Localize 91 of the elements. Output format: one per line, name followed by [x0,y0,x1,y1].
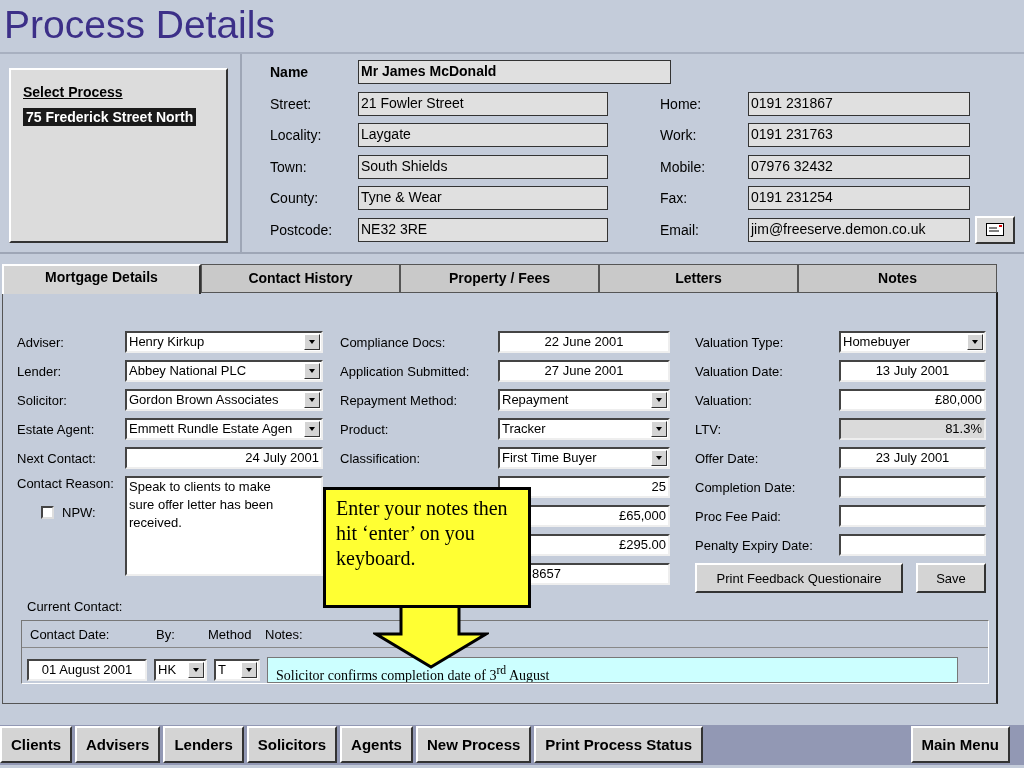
process-list-item[interactable]: 75 Frederick Street North [23,108,197,126]
tab[interactable]: Notes [798,264,997,292]
field-label: Locality: [270,127,323,143]
dropdown[interactable]: Emmett Rundle Estate Agen [125,418,323,440]
dropdown[interactable]: HK [154,659,207,681]
text-field[interactable]: 0191 231867 [748,91,970,116]
name-field[interactable]: Mr James McDonald [358,60,671,84]
field-label: Valuation Date: [695,363,784,379]
field-label: Completion Date: [695,479,797,495]
text-field[interactable]: NE32 3RE [358,217,608,242]
text-field[interactable]: 07976 32432 [748,154,970,179]
field-label: Email: [660,221,700,238]
field-label: Estate Agent: [17,421,96,437]
column-header: By: [156,626,176,642]
text-field[interactable]: 24 July 2001 [125,447,323,469]
field-label: Product: [340,421,390,437]
dropdown[interactable]: Gordon Brown Associates [125,389,323,411]
email-button[interactable] [975,215,1015,244]
main-menu-button[interactable]: Main Menu [910,726,1010,763]
field-label: Fax: [660,190,689,206]
date-field[interactable]: 22 June 2001 [498,331,670,353]
envelope-icon [986,223,1004,236]
field-label: Valuation: [695,392,753,408]
nav-button[interactable]: Lenders [163,726,244,763]
date-field[interactable]: 27 June 2001 [498,360,670,382]
text-field[interactable]: Laygate [358,123,608,147]
field-label: Town: [270,158,308,175]
section-label: Current Contact: [27,599,124,614]
field-label: Penalty Expiry Date: [695,537,814,553]
dropdown[interactable]: Homebuyer [839,331,986,353]
text-field[interactable]: South Shields [358,154,608,179]
nav-button[interactable]: Advisers [75,726,161,763]
field-label: Offer Date: [695,450,760,466]
dropdown[interactable]: Henry Kirkup [125,331,323,353]
field-label: Mobile: [660,158,707,175]
date-field[interactable]: 23 July 2001 [839,447,986,469]
column-header: Notes: [265,626,303,642]
text-field[interactable]: £80,000 [839,389,986,411]
field-label: Solicitor: [17,392,68,408]
nav-button[interactable]: Clients [0,726,72,763]
tab[interactable]: Contact History [201,264,400,292]
tab[interactable]: Letters [599,264,798,292]
text-field[interactable] [839,534,986,556]
text-area[interactable]: Speak to clients to make sure offer letter has been received. [125,476,323,576]
field-label: Classification: [340,450,422,466]
field-label: Work: [660,127,698,143]
dropdown[interactable]: Abbey National PLC [125,360,323,382]
checkbox[interactable] [41,506,54,519]
dropdown[interactable]: T [214,659,260,681]
text-field[interactable]: 0191 231254 [748,186,970,210]
field-label: Proc Fee Paid: [695,508,782,524]
text-field[interactable] [839,476,986,498]
tab[interactable]: Property / Fees [400,264,599,292]
text-field[interactable]: Tyne & Wear [358,186,608,210]
field-label: County: [270,190,320,206]
field-label: Name [270,64,310,80]
field-label: Street: [270,95,313,112]
checkbox-label: NPW: [62,505,96,520]
field-label: Lender: [17,363,63,379]
dropdown[interactable]: Tracker [498,418,670,440]
column-header: Method [208,626,253,642]
field-label: Contact Reason: [17,476,115,491]
field-label: LTV: [695,421,722,437]
action-button[interactable]: Print Feedback Questionaire [695,563,903,593]
field-label: Home: [660,95,703,112]
date-field[interactable]: 13 July 2001 [839,360,986,382]
tab[interactable]: Mortgage Details [2,264,201,294]
date-field[interactable]: 01 August 2001 [27,659,147,681]
field-label: Postcode: [270,221,334,238]
column-header: Contact Date: [30,626,111,642]
field-label: Application Submitted: [340,363,471,379]
field-label: Next Contact: [17,450,97,466]
nav-button[interactable]: Print Process Status [534,726,704,763]
dropdown[interactable]: Repayment [498,389,670,411]
action-button[interactable]: Save [916,563,986,593]
field-label: Repayment Method: [340,392,459,408]
nav-button[interactable]: New Process [415,726,532,763]
text-field[interactable]: 0191 231763 [748,123,970,147]
nav-button[interactable]: Agents [340,726,413,763]
text-field[interactable]: 25 [498,476,670,498]
nav-button[interactable]: Solicitors [246,726,338,763]
dropdown[interactable]: First Time Buyer [498,447,670,469]
field-label: Compliance Docs: [340,334,447,350]
field-label: Adviser: [17,334,65,350]
field-label: Valuation Type: [695,334,785,350]
notes-field[interactable]: Solicitor confirms completion date of 3$^{rd}$ August [267,657,958,683]
text-field[interactable]: 21 Fowler Street [358,91,608,116]
section-heading: Select Process [23,84,123,100]
page-title: Process Details [0,0,1024,54]
text-field[interactable]: jim@freeserve.demon.co.uk [748,217,970,242]
text-field[interactable] [839,505,986,527]
